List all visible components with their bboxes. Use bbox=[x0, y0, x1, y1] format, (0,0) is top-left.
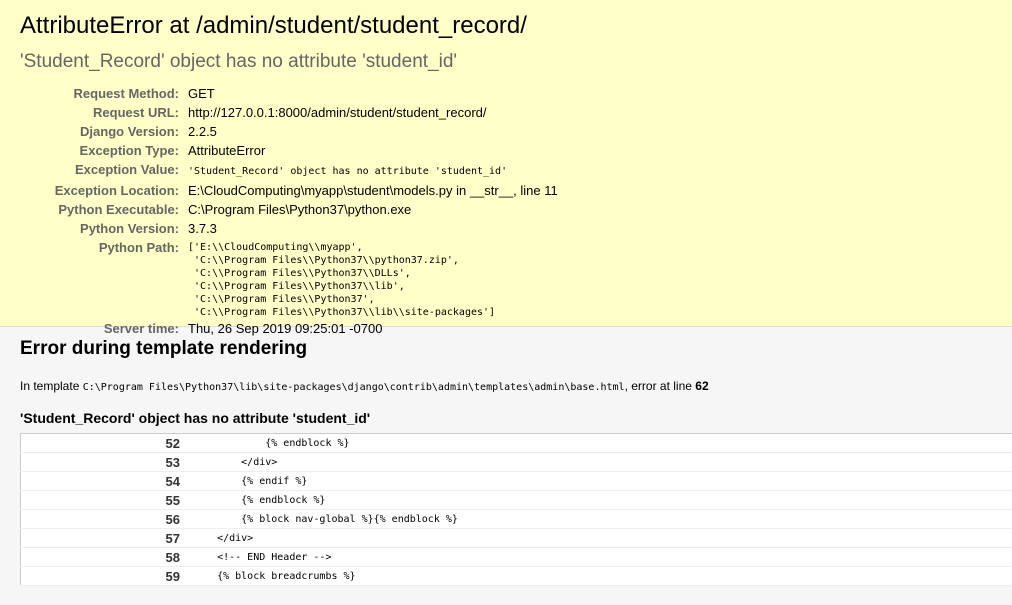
meta-row: Request Method: GET bbox=[20, 84, 558, 103]
source-line: 52 {% endblock %} bbox=[20, 433, 1012, 453]
meta-value: AttributeError bbox=[188, 143, 266, 158]
line-code: </div> bbox=[185, 528, 1012, 548]
error-line-number: 62 bbox=[695, 379, 709, 393]
meta-row: Python Executable: C:\Program Files\Pytho… bbox=[20, 200, 558, 219]
meta-value: 'Student_Record' object has no attribute… bbox=[188, 160, 558, 181]
meta-row: Request URL: http://127.0.0.1:8000/admin/… bbox=[20, 103, 558, 122]
line-code: {% endblock %} bbox=[185, 433, 1012, 453]
line-code: {% block breadcrumbs %} bbox=[185, 566, 1012, 586]
meta-value: ['E:\\CloudComputing\\myapp', 'C:\\Progr… bbox=[188, 238, 558, 319]
intro-prefix: In template bbox=[20, 379, 83, 393]
template-path: C:\Program Files\Python37\lib\site-packa… bbox=[82, 382, 625, 393]
meta-row: Exception Value: 'Student_Record' object … bbox=[20, 160, 558, 181]
error-subtitle: 'Student_Record' object has no attribute… bbox=[20, 51, 458, 72]
meta-label: Exception Value: bbox=[74, 162, 179, 177]
meta-label: Exception Location: bbox=[54, 183, 179, 198]
template-source-table: 52 {% endblock %} 53 </div> 54 {% endif %}… bbox=[20, 433, 1012, 586]
line-code: <!-- END Header --> bbox=[185, 547, 1012, 567]
line-number: 55 bbox=[20, 490, 185, 510]
line-code: {% endblock %} bbox=[185, 490, 1012, 510]
meta-row: Exception Location: E:\CloudComputing\mya… bbox=[20, 181, 558, 200]
meta-value: 2.2.5 bbox=[188, 124, 217, 139]
line-number: 54 bbox=[20, 471, 185, 491]
line-number: 57 bbox=[20, 528, 185, 548]
template-error-heading: Error during template rendering bbox=[20, 338, 308, 359]
intro-middle: , error at line bbox=[624, 379, 696, 393]
line-number: 59 bbox=[20, 566, 185, 586]
error-title: AttributeError at /admin/student/student… bbox=[20, 12, 527, 39]
meta-label: Request URL: bbox=[93, 105, 179, 120]
meta-value: GET bbox=[188, 86, 215, 101]
line-code: {% endif %} bbox=[185, 471, 1012, 491]
line-number: 52 bbox=[20, 433, 185, 453]
source-line: 58 <!-- END Header --> bbox=[20, 547, 1012, 567]
meta-label: Python Path: bbox=[98, 240, 179, 255]
source-line: 55 {% endblock %} bbox=[20, 490, 1012, 510]
meta-label: Python Version: bbox=[80, 221, 179, 236]
template-error-message: 'Student_Record' object has no attribute… bbox=[20, 410, 371, 426]
error-summary: AttributeError at /admin/student/student… bbox=[0, 0, 1012, 336]
meta-label: Python Executable: bbox=[58, 202, 179, 217]
meta-row: Exception Type: AttributeError bbox=[20, 141, 558, 160]
line-number: 53 bbox=[20, 452, 185, 472]
source-line: 53 </div> bbox=[20, 452, 1012, 472]
exception-value: 'Student_Record' object has no attribute… bbox=[188, 166, 508, 177]
source-line: 54 {% endif %} bbox=[20, 471, 1012, 491]
meta-value: 3.7.3 bbox=[188, 221, 217, 236]
line-code: {% block nav-global %}{% endblock %} bbox=[185, 509, 1012, 529]
meta-label: Request Method: bbox=[73, 86, 179, 101]
line-code: </div> bbox=[185, 452, 1012, 472]
source-line: 59 {% block breadcrumbs %} bbox=[20, 566, 1012, 586]
meta-row: Python Version: 3.7.3 bbox=[20, 219, 558, 238]
line-number: 56 bbox=[20, 509, 185, 529]
template-error-intro: In template C:\Program Files\Python37\li… bbox=[20, 378, 1012, 396]
meta-value: C:\Program Files\Python37\python.exe bbox=[188, 202, 412, 217]
meta-row-python-path: Python Path: ['E:\\CloudComputing\\myapp… bbox=[20, 238, 558, 319]
line-number: 58 bbox=[20, 547, 185, 567]
template-error-section: Error during template rendering In templ… bbox=[0, 327, 1012, 605]
source-line: 56 {% block nav-global %}{% endblock %} bbox=[20, 509, 1012, 529]
meta-label: Exception Type: bbox=[79, 143, 179, 158]
meta-value: http://127.0.0.1:8000/admin/student/stud… bbox=[188, 105, 487, 120]
meta-label: Django Version: bbox=[80, 124, 179, 139]
source-line: 57 </div> bbox=[20, 528, 1012, 548]
request-meta-table: Request Method: GET Request URL: http://127… bbox=[20, 84, 558, 338]
meta-row: Django Version: 2.2.5 bbox=[20, 122, 558, 141]
python-path-list: ['E:\\CloudComputing\\myapp', 'C:\\Progr… bbox=[188, 242, 496, 318]
meta-value: E:\CloudComputing\myapp\student\models.p… bbox=[188, 183, 558, 198]
